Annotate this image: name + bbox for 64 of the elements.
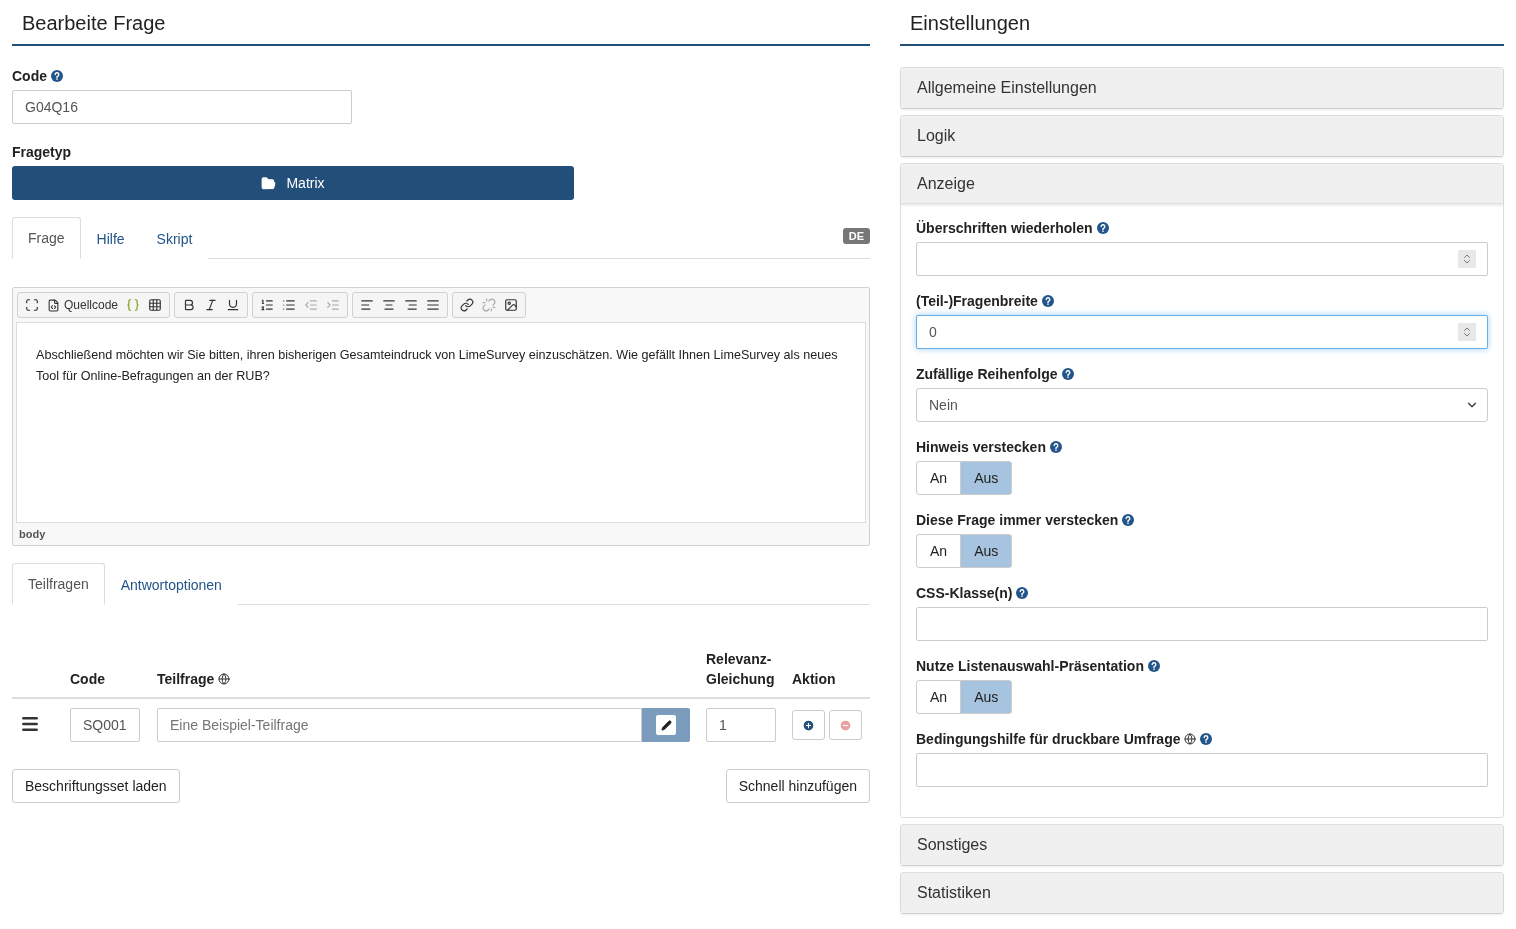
toggle-option[interactable]: An	[916, 461, 962, 495]
column-header: Code	[70, 671, 105, 687]
toggle-option[interactable]: An	[916, 680, 962, 714]
settings-title: Einstellungen	[900, 0, 1504, 46]
globe-icon	[218, 673, 231, 685]
element-path: body	[19, 528, 46, 540]
tab[interactable]: Teilfragen	[12, 563, 105, 605]
column-header: Teilfrage	[157, 670, 215, 689]
question-type-button[interactable]: Matrix	[12, 166, 574, 200]
field-label: Fragetyp	[12, 144, 72, 160]
field-label: Überschriften wiederholen	[916, 220, 1093, 236]
section-header[interactable]: Logik	[901, 116, 1503, 156]
file-code-icon	[47, 298, 60, 312]
field-label: Bedingungshilfe für druckbare Umfrage	[916, 731, 1181, 747]
section-header[interactable]: Allgemeine Einstellungen	[901, 68, 1503, 108]
language-badge: DE	[842, 228, 870, 244]
help-icon[interactable]	[1096, 222, 1109, 234]
subquestion-field[interactable]: Eine Beispiel-Teilfrage	[157, 708, 642, 742]
action-button[interactable]: Beschriftungsset laden	[12, 769, 180, 803]
page-title: Bearbeite Frage	[12, 0, 870, 46]
help-icon[interactable]	[51, 70, 63, 82]
text-field[interactable]	[916, 753, 1488, 787]
plus-icon	[802, 718, 815, 732]
help-icon[interactable]	[1147, 660, 1160, 672]
spinner-icon[interactable]	[1458, 250, 1476, 268]
tab[interactable]: Frage	[12, 217, 81, 259]
help-icon[interactable]	[1049, 441, 1062, 453]
field-label: Diese Frage immer verstecken	[916, 512, 1119, 528]
column-header: Relevanz-Gleichung	[706, 651, 775, 687]
number-field[interactable]: 0	[916, 315, 1488, 349]
text-field[interactable]	[916, 607, 1488, 641]
select-field[interactable]: Nein	[916, 388, 1488, 422]
help-icon[interactable]	[1122, 514, 1135, 526]
field-label: Code	[12, 68, 47, 84]
field-label: Zufällige Reihenfolge	[916, 366, 1058, 382]
relevance-field[interactable]: 1	[706, 708, 776, 742]
pencil-icon	[656, 715, 676, 735]
spinner-icon[interactable]	[1458, 323, 1476, 341]
action-button[interactable]: Schnell hinzufügen	[725, 769, 870, 803]
column-header: Aktion	[792, 671, 836, 687]
help-icon[interactable]	[1061, 368, 1074, 380]
add-button[interactable]	[792, 710, 825, 740]
edit-button[interactable]	[642, 708, 690, 742]
section-header[interactable]: Sonstiges	[901, 825, 1503, 865]
code-field[interactable]: SQ001	[70, 708, 140, 742]
help-icon[interactable]	[1041, 295, 1054, 307]
field-label: CSS-Klasse(n)	[916, 585, 1013, 601]
toggle-option[interactable]: Aus	[960, 461, 1013, 495]
field-label: Nutze Listenauswahl-Präsentation	[916, 658, 1144, 674]
field-label: Hinweis verstecken	[916, 439, 1046, 455]
toggle-option[interactable]: Aus	[960, 534, 1013, 568]
folder-icon	[261, 175, 277, 191]
code-field[interactable]: G04Q16	[12, 90, 352, 124]
field-label: (Teil-)Fragenbreite	[916, 293, 1038, 309]
toggle-option[interactable]: An	[916, 534, 962, 568]
editor-text[interactable]: Abschließend möchten wir Sie bitten, ihren bisherigen Gesamteindruck von LimeSurvey einzuschätzen. Wie gefällt Ihnen LimeSurvey als neues Tool für Online-Befragungen an der RUB?	[16, 322, 866, 523]
help-icon[interactable]	[1200, 733, 1213, 745]
section-header[interactable]: Anzeige	[901, 164, 1503, 204]
minus-icon	[839, 718, 852, 732]
section-header[interactable]: Statistiken	[901, 873, 1503, 913]
help-icon[interactable]	[1016, 587, 1029, 599]
number-field[interactable]	[916, 242, 1488, 276]
toggle-option[interactable]: Aus	[960, 680, 1013, 714]
globe-icon	[1184, 733, 1197, 745]
